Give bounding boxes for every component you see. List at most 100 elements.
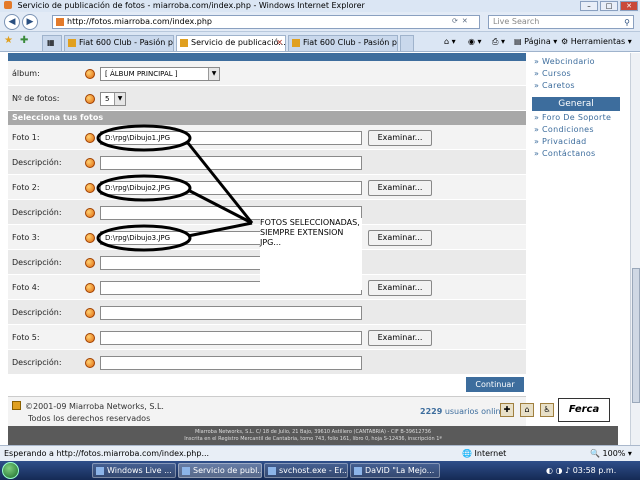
sidebar-link-privacidad[interactable]: » Privacidad xyxy=(534,137,587,146)
legal-text: Miarroba Networks, S.L. C/ 18 de Julio, … xyxy=(8,426,618,445)
browse-button[interactable]: Examinar... xyxy=(368,130,432,146)
help-bullet-icon xyxy=(85,333,95,343)
section-title: Selecciona tus fotos xyxy=(8,111,526,125)
photo-row: Foto 5: Examinar... xyxy=(8,325,526,350)
upload-form: álbum: [ ÁLBUM PRINCIPAL ] ▼ Nº de fotos… xyxy=(8,53,526,396)
maximize-button[interactable]: □ xyxy=(600,1,618,11)
home-icon[interactable]: ⌂ ▾ xyxy=(444,37,456,46)
description-input[interactable] xyxy=(100,156,362,170)
help-bullet-icon xyxy=(85,94,95,104)
window-titlebar: Servicio de publicación de fotos - miarr… xyxy=(0,0,640,12)
messenger-icon xyxy=(354,467,362,475)
sidebar-link-caretos[interactable]: » Caretos xyxy=(534,81,575,90)
form-top-strip xyxy=(8,53,526,61)
num-photos-select[interactable]: 5 ▼ xyxy=(100,92,126,106)
chevron-down-icon: ▼ xyxy=(114,93,125,105)
page-menu[interactable]: ▤ Página ▾ xyxy=(514,37,557,46)
description-row: Descripción: xyxy=(8,350,526,375)
home-icon[interactable]: ⌂ xyxy=(520,403,534,417)
tabs-bar: ★ ✚ ▦ Fiat 600 Club - Pasión por ... Ser… xyxy=(0,32,640,52)
tab-favicon-icon xyxy=(68,39,76,47)
tab-fiat-1[interactable]: Fiat 600 Club - Pasión por ... xyxy=(64,35,174,51)
close-window-button[interactable]: ✕ xyxy=(620,1,638,11)
print-icon[interactable]: ⎙ ▾ xyxy=(492,37,505,47)
taskbar-item-windows-live[interactable]: Windows Live ... xyxy=(92,463,176,478)
accessibility-icon[interactable]: ♿ xyxy=(540,403,554,417)
ferca-host-logo[interactable]: Ferca xyxy=(558,398,610,422)
help-bullet-icon xyxy=(85,183,95,193)
window-controls: – □ ✕ xyxy=(580,1,638,11)
new-tab-button[interactable] xyxy=(400,35,414,51)
album-select[interactable]: [ ÁLBUM PRINCIPAL ] ▼ xyxy=(100,67,220,81)
tray-icons[interactable]: ◐ ◑ ♪ xyxy=(546,466,570,475)
photo-label: Foto 5: xyxy=(12,333,40,342)
chevron-down-icon: ▼ xyxy=(208,68,219,80)
start-button[interactable] xyxy=(2,462,19,479)
photo-label: Foto 4: xyxy=(12,283,40,292)
app-icon xyxy=(268,467,276,475)
rights-text: Todos los derechos reservados xyxy=(28,414,151,423)
sidebar-link-foro[interactable]: » Foro De Soporte xyxy=(534,113,611,122)
favorites-star-icon[interactable]: ★ xyxy=(4,35,13,46)
clock[interactable]: 03:58 p.m. xyxy=(573,466,617,475)
photo-label: Foto 2: xyxy=(12,183,40,192)
search-icon[interactable]: ⚲ xyxy=(624,17,630,29)
windows-taskbar: Windows Live ... Servicio de publ... svc… xyxy=(0,461,640,480)
sidebar-link-cursos[interactable]: » Cursos xyxy=(534,69,571,78)
scrollbar-thumb[interactable] xyxy=(632,268,640,403)
description-input[interactable] xyxy=(100,306,362,320)
bookmark-icon[interactable]: ✚ xyxy=(500,403,514,417)
status-text: Esperando a http://fotos.miarroba.com/in… xyxy=(4,449,210,458)
description-label: Descripción: xyxy=(12,358,62,367)
window-title: Servicio de publicación de fotos - miarr… xyxy=(17,1,365,10)
description-row: Descripción: xyxy=(8,150,526,175)
browse-button[interactable]: Examinar... xyxy=(368,180,432,196)
help-bullet-icon xyxy=(85,283,95,293)
browse-button[interactable]: Examinar... xyxy=(368,230,432,246)
add-favorites-icon[interactable]: ✚ xyxy=(20,35,28,46)
ie-icon xyxy=(182,467,190,475)
help-bullet-icon xyxy=(85,358,95,368)
address-bar-row: ◀ ▶ http://fotos.miarroba.com/index.php … xyxy=(0,12,640,32)
vertical-scrollbar[interactable] xyxy=(630,53,640,445)
help-bullet-icon xyxy=(85,208,95,218)
online-users[interactable]: 2229 usuarios online xyxy=(420,407,506,416)
tab-favicon-icon xyxy=(180,39,188,47)
zoom-level[interactable]: 🔍 100% ▾ xyxy=(590,446,632,461)
minimize-button[interactable]: – xyxy=(580,1,598,11)
close-tab-icon[interactable]: ✕ xyxy=(276,36,283,50)
app-icon xyxy=(96,467,104,475)
feeds-icon[interactable]: ◉ ▾ xyxy=(468,37,482,46)
url-field[interactable]: http://fotos.miarroba.com/index.php xyxy=(52,15,480,29)
search-placeholder: Live Search xyxy=(493,17,540,26)
search-input[interactable]: Live Search ⚲ xyxy=(488,15,634,29)
tab-fiat-2[interactable]: Fiat 600 Club - Pasión por ... xyxy=(288,35,398,51)
tab-servicio[interactable]: Servicio de publicació... ✕ xyxy=(176,35,286,51)
photo-row: Foto 2: D:\rpg\Dibujo2.JPG Examinar... xyxy=(8,175,526,200)
ie-page-icon xyxy=(4,1,12,9)
album-label: álbum: xyxy=(12,69,40,78)
miarroba-logo-icon xyxy=(12,401,21,410)
browse-button[interactable]: Examinar... xyxy=(368,280,432,296)
system-tray: ◐ ◑ ♪ 03:58 p.m. xyxy=(546,463,616,478)
photo-file-input[interactable]: D:\rpg\Dibujo1.JPG xyxy=(100,131,362,145)
description-input[interactable] xyxy=(100,356,362,370)
sidebar-link-condiciones[interactable]: » Condiciones xyxy=(534,125,594,134)
description-label: Descripción: xyxy=(12,208,62,217)
continue-button[interactable]: Continuar xyxy=(466,377,524,392)
browse-button[interactable]: Examinar... xyxy=(368,330,432,346)
tools-menu[interactable]: ⚙ Herramientas ▾ xyxy=(561,37,632,46)
sidebar-link-webcindario[interactable]: » Webcindario xyxy=(534,57,595,66)
taskbar-item-svchost[interactable]: svchost.exe - Er... xyxy=(264,463,348,478)
refresh-stop-icons[interactable]: ⟳✕ xyxy=(452,17,472,25)
forward-button[interactable]: ▶ xyxy=(22,14,38,30)
photo-file-input[interactable] xyxy=(100,331,362,345)
right-sidebar: » Webcindario » Cursos » Caretos General… xyxy=(532,53,620,165)
album-row: álbum: [ ÁLBUM PRINCIPAL ] ▼ xyxy=(8,61,526,86)
taskbar-item-david[interactable]: DaViD "La Mejo... xyxy=(350,463,440,478)
photo-file-input[interactable]: D:\rpg\Dibujo2.JPG xyxy=(100,181,362,195)
sidebar-link-contactanos[interactable]: » Contáctanos xyxy=(534,149,596,158)
taskbar-item-servicio[interactable]: Servicio de publ... xyxy=(178,463,262,478)
back-button[interactable]: ◀ xyxy=(4,14,20,30)
quick-tabs-button[interactable]: ▦ xyxy=(42,35,62,51)
